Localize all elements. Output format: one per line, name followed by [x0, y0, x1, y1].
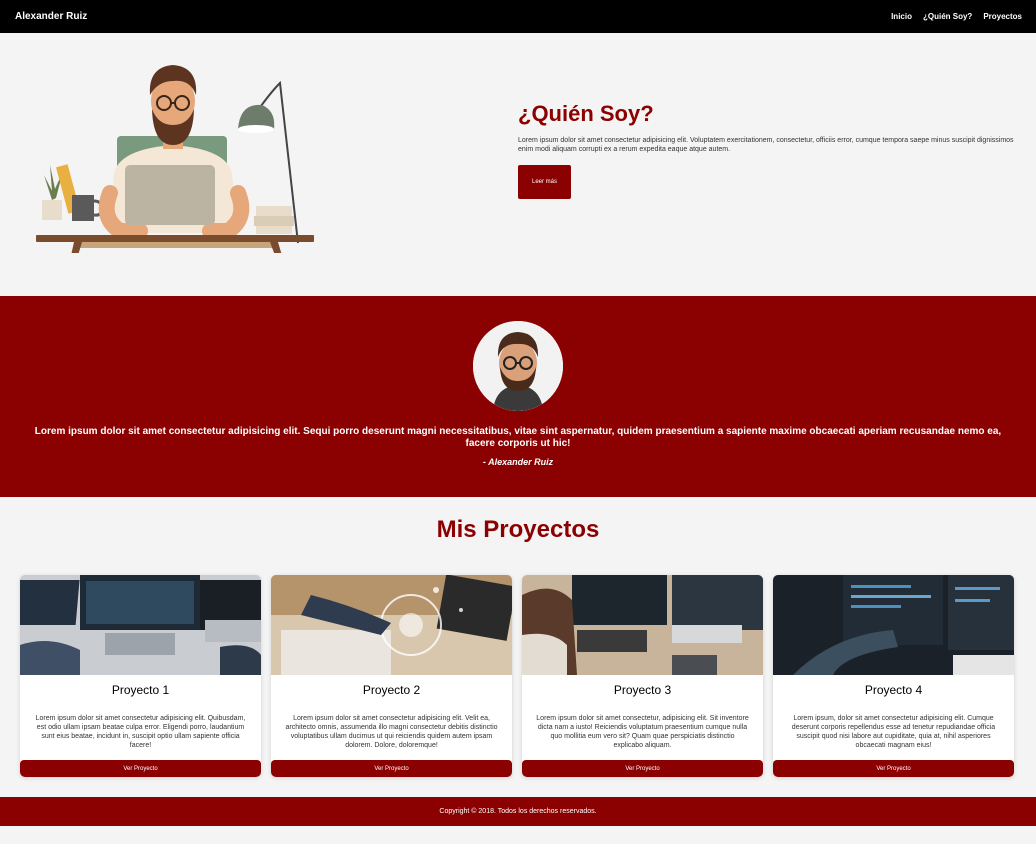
nav-link-inicio[interactable]: Inicio: [891, 12, 912, 21]
avatar: [473, 321, 563, 411]
project-3-button[interactable]: Ver Proyecto: [522, 760, 763, 777]
read-more-button[interactable]: Leer más: [518, 165, 571, 199]
project-4-title: Proyecto 4: [864, 683, 923, 697]
about-title: ¿Quién Soy?: [518, 101, 654, 126]
avatar-image: [473, 321, 563, 411]
projects-grid: Proyecto 1 Lorem ipsum dolor sit amet co…: [20, 575, 1016, 777]
nav-link-proyectos[interactable]: Proyectos: [983, 12, 1022, 21]
about-description: Lorem ipsum dolor sit amet consectetur a…: [518, 137, 1014, 153]
quote-text: Lorem ipsum dolor sit amet consectetur a…: [34, 426, 1002, 449]
project-2-description: Lorem ipsum dolor sit amet consectetur a…: [285, 715, 498, 749]
about-section: ¿Quién Soy? Lorem ipsum dolor sit amet c…: [0, 33, 1036, 296]
navbar: Alexander Ruiz Inicio ¿Quién Soy? Proyec…: [0, 0, 1036, 33]
projects-title: Mis Proyectos: [436, 516, 600, 543]
project-card-1: Proyecto 1 Lorem ipsum dolor sit amet co…: [20, 575, 261, 777]
footer-copyright: Copyright © 2018. Todos los derechos res…: [439, 808, 597, 815]
footer: Copyright © 2018. Todos los derechos res…: [0, 797, 1036, 826]
project-3-image: [522, 575, 763, 675]
project-2-button[interactable]: Ver Proyecto: [271, 760, 512, 777]
project-3-description: Lorem ipsum dolor sit amet consectetur, …: [536, 715, 749, 749]
project-1-title: Proyecto 1: [111, 683, 170, 697]
project-card-3: Proyecto 3 Lorem ipsum dolor sit amet co…: [522, 575, 763, 777]
project-card-4: Proyecto 4 Lorem ipsum, dolor sit amet c…: [773, 575, 1014, 777]
developer-illustration: [36, 65, 314, 253]
about-text: ¿Quién Soy? Lorem ipsum dolor sit amet c…: [518, 101, 1018, 199]
project-1-description: Lorem ipsum dolor sit amet consectetur a…: [35, 715, 246, 749]
project-4-image: [773, 575, 1014, 675]
project-4-button[interactable]: Ver Proyecto: [773, 760, 1014, 777]
nav-links: Inicio ¿Quién Soy? Proyectos: [891, 12, 1022, 21]
project-2-title: Proyecto 2: [362, 683, 421, 697]
project-1-button[interactable]: Ver Proyecto: [20, 760, 261, 777]
project-2-image: [271, 575, 512, 675]
quote-author: - Alexander Ruiz: [482, 457, 554, 467]
project-4-description: Lorem ipsum, dolor sit amet consectetur …: [791, 715, 996, 749]
quote-section: Lorem ipsum dolor sit amet consectetur a…: [0, 296, 1036, 497]
nav-link-quien-soy[interactable]: ¿Quién Soy?: [923, 12, 972, 21]
project-1-image: [20, 575, 261, 675]
project-3-title: Proyecto 3: [613, 683, 672, 697]
brand-name[interactable]: Alexander Ruiz: [15, 11, 87, 22]
project-card-2: Proyecto 2 Lorem ipsum dolor sit amet co…: [271, 575, 512, 777]
